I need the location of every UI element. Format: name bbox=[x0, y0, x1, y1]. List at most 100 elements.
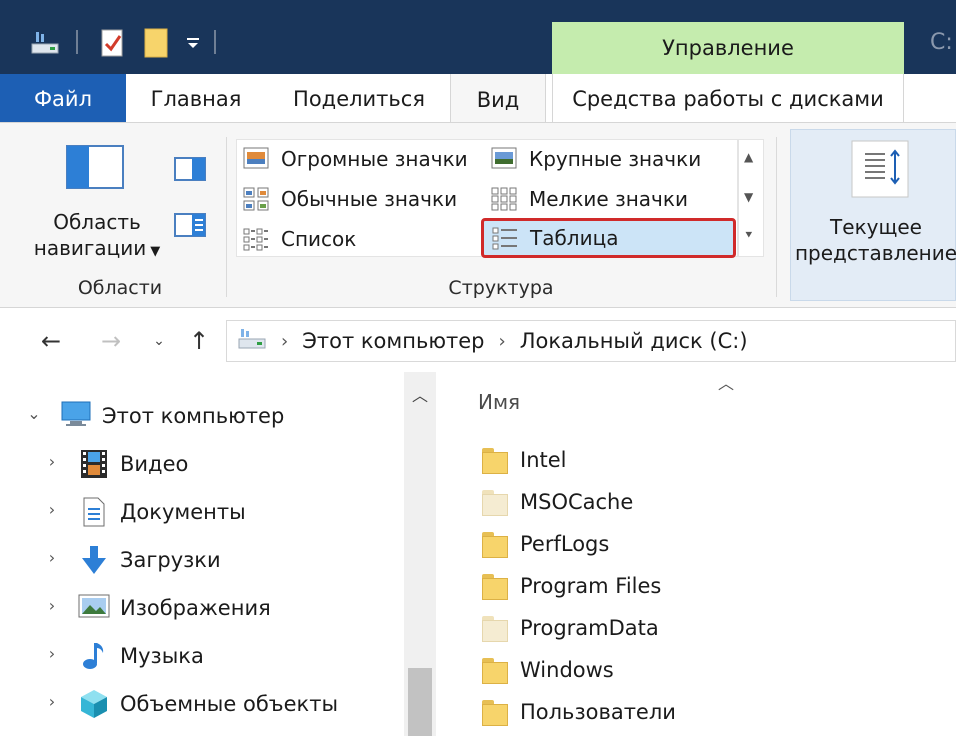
dropdown-arrow-icon: ▼ bbox=[150, 244, 161, 259]
file-name: Windows bbox=[520, 658, 614, 682]
tree-item-downloads[interactable]: › Загрузки bbox=[42, 542, 221, 578]
file-name: MSOCache bbox=[520, 490, 634, 514]
forward-arrow-icon[interactable]: → bbox=[94, 324, 128, 358]
file-row[interactable]: Пользователи bbox=[482, 694, 676, 730]
navigation-pane-scrollbar[interactable]: ︿ bbox=[404, 372, 436, 736]
context-tab-manage: Управление bbox=[552, 22, 904, 74]
details-icon bbox=[492, 226, 518, 250]
chevron-right-icon[interactable]: › bbox=[42, 500, 62, 519]
file-list: ︿ Имя Intel MSOCache PerfLogs Program Fi… bbox=[436, 372, 956, 736]
folder-icon bbox=[482, 446, 510, 474]
layout-medium-icons[interactable]: Обычные значки bbox=[243, 182, 457, 216]
chevron-right-icon[interactable]: › bbox=[42, 596, 62, 615]
small-icons-icon bbox=[491, 187, 517, 211]
breadcrumb-separator-icon[interactable]: › bbox=[499, 331, 506, 352]
3d-objects-icon bbox=[78, 688, 110, 720]
tree-item-video[interactable]: › Видео bbox=[42, 446, 188, 482]
chevron-right-icon[interactable]: › bbox=[42, 644, 62, 663]
tree-item-documents[interactable]: › Документы bbox=[42, 494, 246, 530]
hidden-folder-icon bbox=[482, 488, 510, 516]
tree-item-pictures[interactable]: › Изображения bbox=[42, 590, 271, 626]
new-folder-icon[interactable] bbox=[140, 26, 174, 60]
file-name: ProgramData bbox=[520, 616, 659, 640]
layout-gallery: Огромные значки Крупные значки Обычные з… bbox=[236, 139, 738, 258]
downloads-icon bbox=[78, 544, 110, 576]
navigation-pane-icon[interactable] bbox=[66, 145, 124, 193]
layout-large-icons[interactable]: Крупные значки bbox=[491, 142, 701, 176]
folder-icon bbox=[482, 572, 510, 600]
customize-toolbar-icon[interactable] bbox=[180, 26, 206, 60]
tab-home[interactable]: Главная bbox=[132, 74, 260, 124]
navigation-pane-button[interactable]: Область навигации ▼ bbox=[22, 209, 172, 265]
breadcrumb-this-pc[interactable]: Этот компьютер bbox=[302, 329, 484, 353]
file-name: Program Files bbox=[520, 574, 662, 598]
properties-icon[interactable] bbox=[96, 26, 130, 60]
ribbon-tabs: Файл Главная Поделиться Вид Средства раб… bbox=[0, 74, 956, 126]
folder-icon bbox=[482, 656, 510, 684]
folder-icon bbox=[482, 698, 510, 726]
tree-item-music[interactable]: › Музыка bbox=[42, 638, 204, 674]
preview-pane-icon[interactable] bbox=[174, 157, 206, 185]
file-name: PerfLogs bbox=[520, 532, 610, 556]
back-arrow-icon[interactable]: ← bbox=[34, 324, 68, 358]
video-icon bbox=[78, 448, 110, 480]
recent-locations-chevron-icon[interactable]: ⌄ bbox=[142, 324, 176, 358]
details-pane-icon[interactable] bbox=[174, 213, 206, 241]
extra-large-icons-icon bbox=[243, 147, 269, 171]
group-label-panes: Области bbox=[77, 277, 163, 299]
gallery-down-icon[interactable]: ▼ bbox=[744, 190, 753, 204]
chevron-right-icon[interactable]: › bbox=[42, 692, 62, 711]
sort-ascending-icon: ︿ bbox=[718, 374, 735, 393]
chevron-right-icon[interactable]: › bbox=[42, 548, 62, 567]
current-view-icon bbox=[851, 140, 909, 202]
folder-icon bbox=[482, 530, 510, 558]
layout-extra-large-icons[interactable]: Огромные значки bbox=[243, 142, 468, 176]
file-row[interactable]: Program Files bbox=[482, 568, 661, 604]
file-row[interactable]: Windows bbox=[482, 652, 614, 688]
breadcrumb-separator-icon: › bbox=[281, 330, 289, 352]
scroll-up-icon[interactable]: ︿ bbox=[412, 382, 428, 406]
context-tab-label: Управление bbox=[662, 36, 794, 60]
medium-icons-icon bbox=[243, 187, 269, 211]
current-view-button[interactable]: Текущее представление bbox=[790, 129, 956, 301]
file-name: Intel bbox=[520, 448, 567, 472]
file-row[interactable]: ProgramData bbox=[482, 610, 659, 646]
list-icon bbox=[243, 227, 269, 251]
navigation-pane: ⌄ Этот компьютер › Видео › Документы › З… bbox=[0, 372, 436, 736]
address-row: ← → ⌄ ↑ › Этот компьютер › Локальный дис… bbox=[0, 310, 956, 372]
large-icons-icon bbox=[491, 147, 517, 171]
address-bar[interactable]: › Этот компьютер › Локальный диск (C:) bbox=[226, 320, 956, 362]
file-row[interactable]: MSOCache bbox=[482, 484, 633, 520]
computer-icon bbox=[60, 400, 92, 432]
documents-icon bbox=[78, 496, 110, 528]
file-row[interactable]: Intel bbox=[482, 442, 567, 478]
scrollbar-thumb[interactable] bbox=[408, 668, 432, 736]
tree-item-this-pc[interactable]: ⌄ Этот компьютер bbox=[24, 398, 284, 434]
gallery-up-icon[interactable]: ▲ bbox=[744, 150, 753, 164]
chevron-right-icon[interactable]: › bbox=[42, 452, 62, 471]
drive-icon bbox=[237, 327, 267, 356]
title-bar: Управление C: bbox=[0, 0, 956, 74]
tab-drive-tools[interactable]: Средства работы с дисками bbox=[552, 74, 904, 124]
column-header-name[interactable]: Имя bbox=[478, 390, 520, 414]
drive-icon bbox=[28, 26, 62, 60]
window-title: C: bbox=[930, 30, 953, 55]
layout-details[interactable]: Таблица bbox=[481, 218, 736, 258]
tab-file[interactable]: Файл bbox=[0, 74, 126, 124]
gallery-scroll[interactable]: ▲ ▼ ⯆ bbox=[738, 139, 764, 257]
breadcrumb-local-disk[interactable]: Локальный диск (C:) bbox=[520, 329, 748, 353]
layout-list[interactable]: Список bbox=[243, 222, 356, 256]
tab-share[interactable]: Поделиться bbox=[276, 74, 442, 124]
gallery-more-icon[interactable]: ⯆ bbox=[744, 228, 754, 243]
tab-view[interactable]: Вид bbox=[450, 74, 546, 126]
pictures-icon bbox=[78, 592, 110, 624]
chevron-down-icon[interactable]: ⌄ bbox=[24, 404, 44, 423]
hidden-folder-icon bbox=[482, 614, 510, 642]
up-arrow-icon[interactable]: ↑ bbox=[182, 324, 216, 358]
file-name: Пользователи bbox=[520, 700, 676, 724]
file-row[interactable]: PerfLogs bbox=[482, 526, 609, 562]
layout-small-icons[interactable]: Мелкие значки bbox=[491, 182, 688, 216]
group-label-layout: Структура bbox=[448, 277, 554, 299]
tree-item-3d-objects[interactable]: › Объемные объекты bbox=[42, 686, 338, 722]
ribbon-panel: Область навигации ▼ Области Огромные знач… bbox=[0, 122, 956, 308]
